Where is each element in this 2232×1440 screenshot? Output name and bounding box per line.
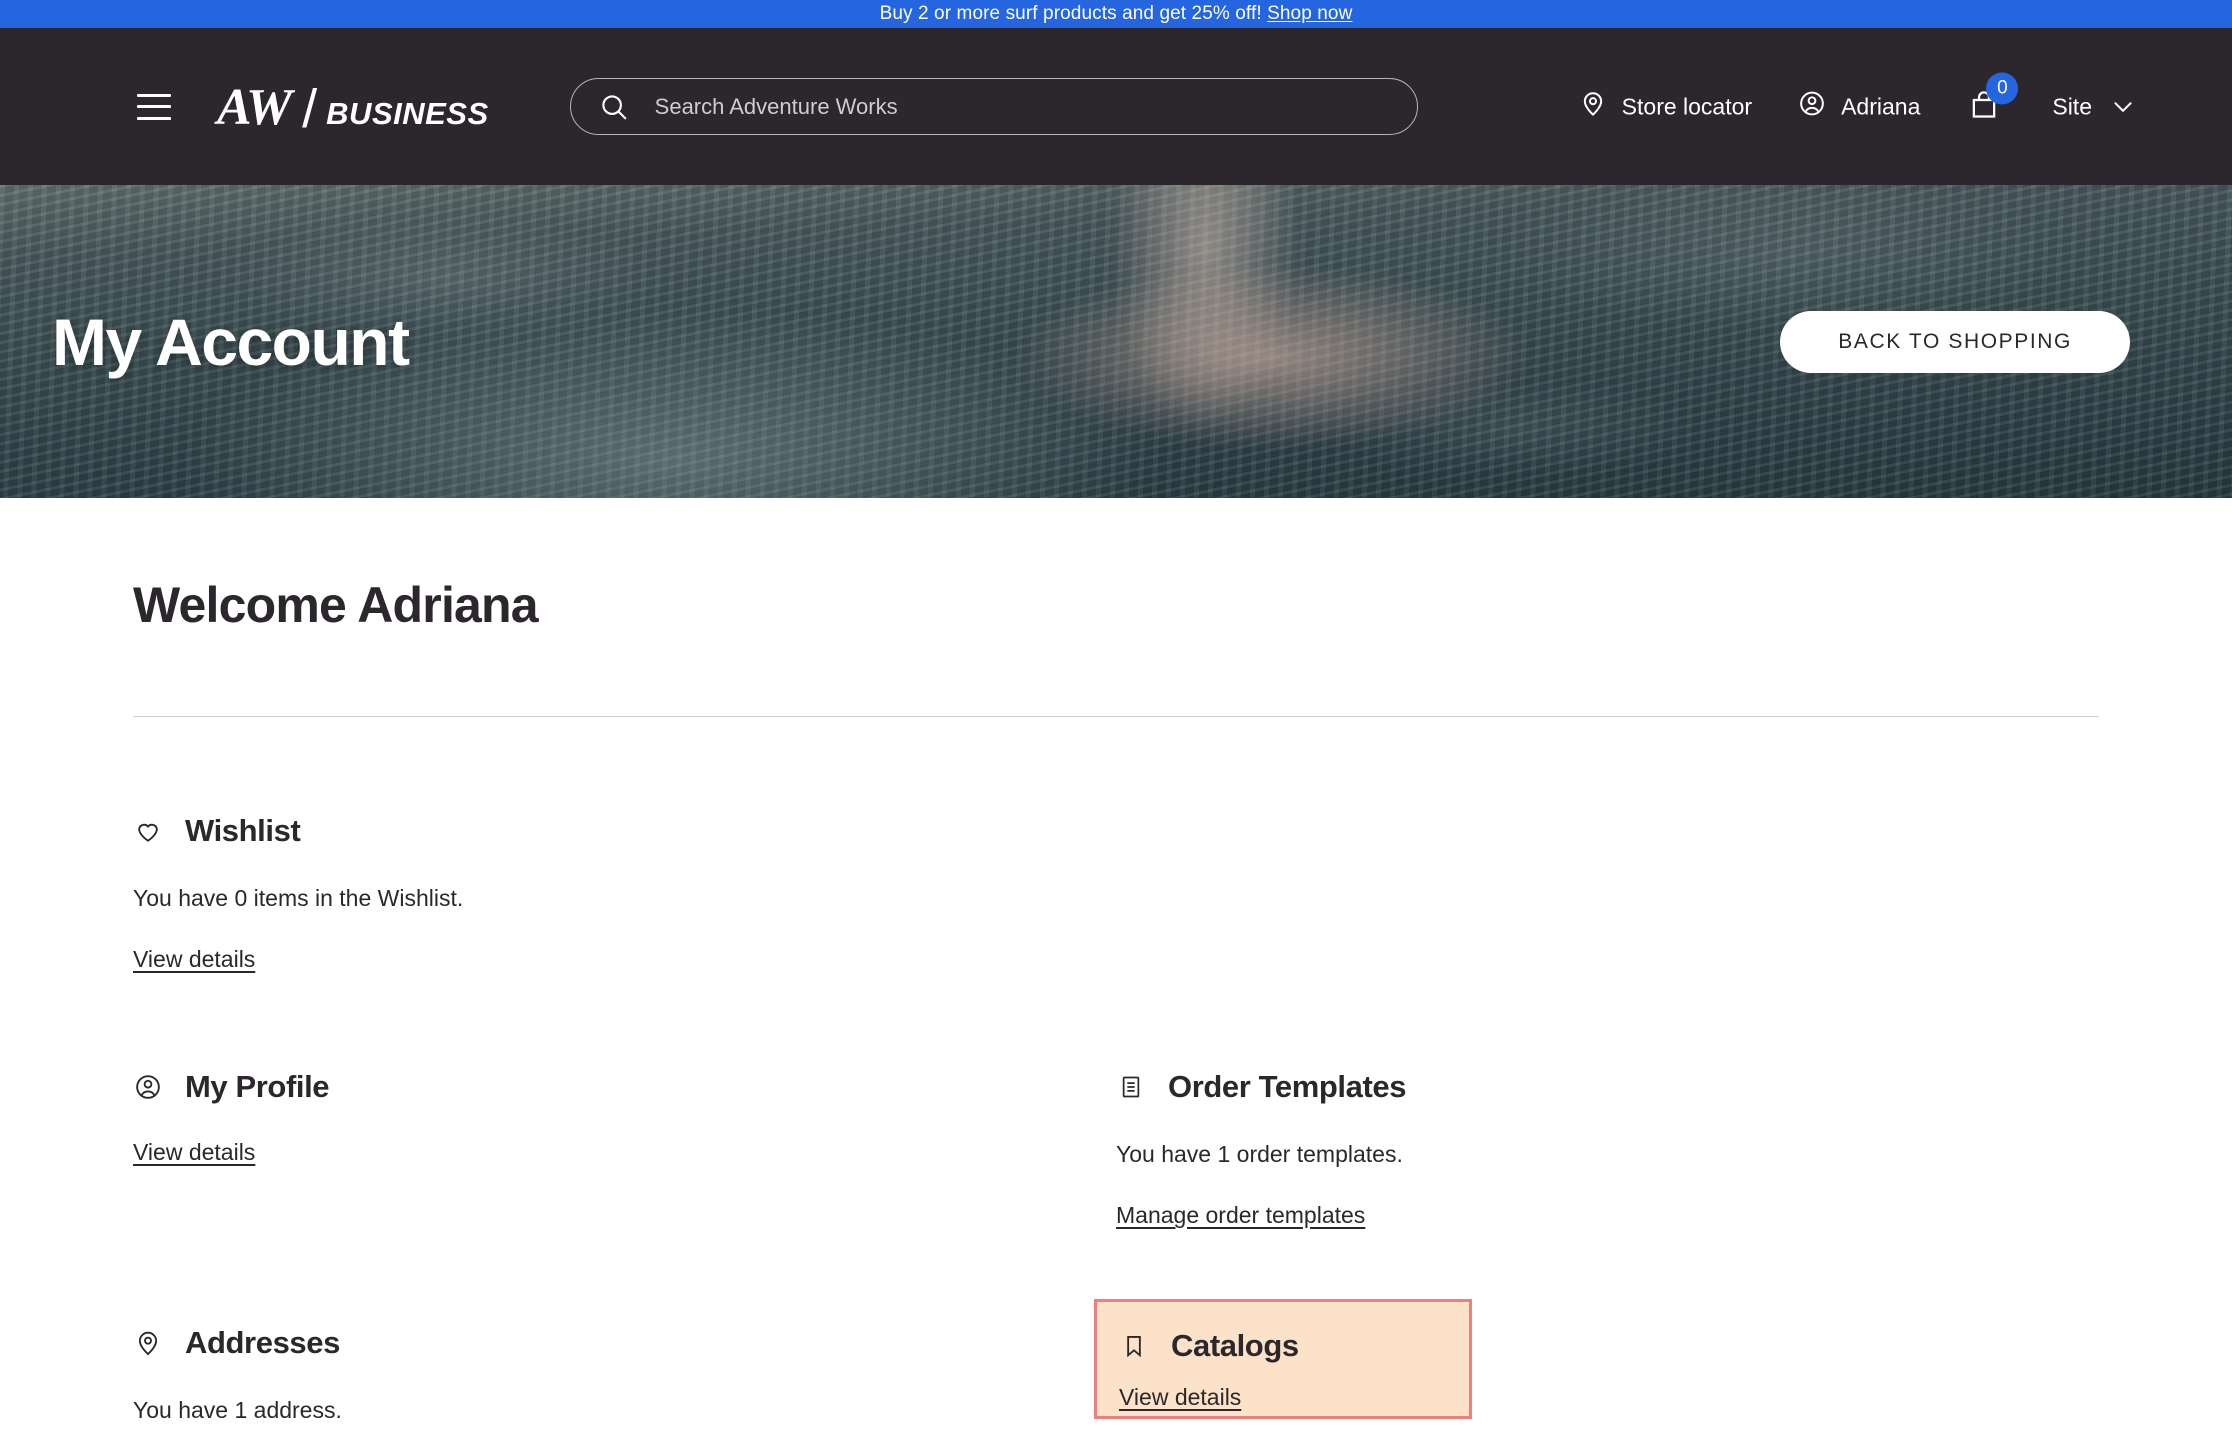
header-actions: Store locator Adriana 0 Site	[1579, 72, 2136, 125]
user-circle-icon	[1798, 90, 1826, 124]
card-manage-order-templates-link[interactable]: Manage order templates	[1116, 1202, 1365, 1229]
hamburger-bar	[137, 93, 171, 97]
card-title: Catalogs	[1171, 1328, 1299, 1363]
cart-badge: 0	[1986, 72, 2019, 104]
brand-logo-secondary: BUSINESS	[326, 96, 489, 131]
card-title: Wishlist	[185, 813, 301, 848]
site-switcher[interactable]: Site	[2052, 93, 2136, 120]
account-card-my-profile[interactable]: My Profile View details	[133, 973, 1116, 1229]
hero-banner: My Account BACK TO SHOPPING	[0, 185, 2232, 498]
welcome-heading: Welcome Adriana	[133, 577, 539, 633]
brand-logo-separator: /	[302, 79, 318, 139]
hamburger-bar	[137, 116, 171, 120]
card-title: Addresses	[185, 1325, 340, 1360]
cart-button[interactable]: 0	[1968, 72, 2019, 125]
document-list-icon	[1116, 1074, 1146, 1100]
account-label: Adriana	[1841, 93, 1921, 119]
account-card-wishlist[interactable]: Wishlist You have 0 items in the Wishlis…	[133, 717, 1116, 973]
card-header: Wishlist	[133, 813, 1116, 849]
card-body-text: You have 1 order templates.	[1116, 1141, 1403, 1167]
promo-text: Buy 2 or more surf products and get 25% …	[879, 3, 1268, 24]
account-card-catalogs[interactable]: Catalogs View details	[1094, 1299, 1472, 1419]
location-pin-icon	[133, 1329, 163, 1357]
card-header: My Profile	[133, 1069, 1116, 1105]
hamburger-menu-icon[interactable]	[137, 93, 171, 120]
account-card-addresses[interactable]: Addresses You have 1 address. View detai…	[133, 1229, 1116, 1440]
card-view-details-link[interactable]: View details	[133, 946, 255, 973]
chevron-down-icon	[2110, 94, 2136, 120]
brand-logo[interactable]: AW / BUSINESS	[217, 79, 489, 139]
user-circle-icon	[133, 1073, 163, 1101]
search-input[interactable]	[654, 93, 1395, 120]
brand-logo-primary: AW	[217, 79, 292, 136]
location-pin-icon	[1579, 90, 1607, 124]
page-title: My Account	[52, 304, 410, 379]
search-bar[interactable]	[569, 78, 1418, 135]
card-view-details-link[interactable]: View details	[1119, 1384, 1241, 1411]
promo-banner: Buy 2 or more surf products and get 25% …	[0, 0, 2232, 28]
heart-icon	[133, 817, 163, 845]
store-locator-button[interactable]: Store locator	[1579, 90, 1752, 124]
card-header: Addresses	[133, 1325, 1116, 1361]
promo-shop-now-link[interactable]: Shop now	[1267, 3, 1352, 25]
card-title: Order Templates	[1168, 1069, 1407, 1104]
hamburger-bar	[137, 105, 171, 108]
card-header: Order Templates	[1116, 1069, 2099, 1105]
card-header: Catalogs	[1119, 1328, 1447, 1364]
account-card-order-templates[interactable]: Order Templates You have 1 order templat…	[1116, 973, 2099, 1229]
site-switcher-label: Site	[2052, 93, 2092, 119]
site-header: AW / BUSINESS Store locator	[0, 28, 2232, 185]
card-body-text: You have 1 address.	[133, 1397, 342, 1423]
account-button[interactable]: Adriana	[1798, 90, 1920, 124]
back-to-shopping-button[interactable]: BACK TO SHOPPING	[1780, 310, 2130, 373]
account-cards-grid: Wishlist You have 0 items in the Wishlis…	[133, 717, 2099, 1440]
store-locator-label: Store locator	[1621, 93, 1753, 119]
card-body-text: You have 0 items in the Wishlist.	[133, 885, 464, 911]
bookmark-icon	[1119, 1333, 1149, 1359]
card-title: My Profile	[185, 1069, 330, 1104]
main-content: Welcome Adriana Wishlist You have 0 item…	[0, 498, 2232, 1440]
card-view-details-link[interactable]: View details	[133, 1139, 255, 1166]
search-icon	[599, 92, 629, 122]
